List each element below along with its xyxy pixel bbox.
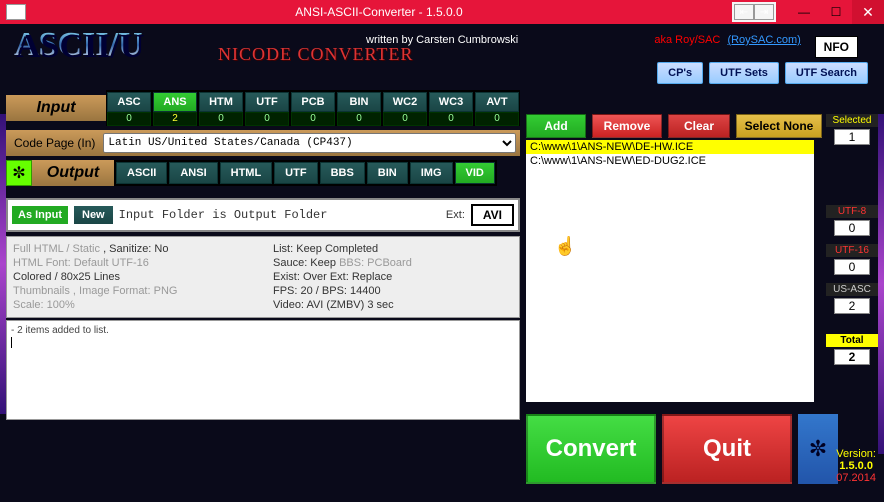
output-settings-button[interactable]: ✼ (6, 160, 32, 186)
file-list[interactable]: C:\www\1\ANS-NEW\DE-HW.ICEC:\www\1\ANS-N… (526, 140, 814, 402)
folder-status-text: Input Folder is Output Folder (119, 208, 440, 222)
log-area[interactable]: - 2 items added to list. (6, 320, 520, 420)
minimize-button[interactable]: — (788, 0, 820, 24)
input-label: Input (6, 95, 106, 121)
log-text: - 2 items added to list. (11, 325, 109, 336)
credits-aka: aka Roy/SAC (654, 34, 720, 46)
codepage-label: Code Page (In) (6, 136, 103, 150)
output-tab-utf[interactable]: UTF (274, 162, 317, 184)
file-item[interactable]: C:\www\1\ANS-NEW\DE-HW.ICE (526, 140, 814, 154)
input-tab-count-utf: 0 (245, 112, 289, 126)
input-tab-avt[interactable]: AVT (475, 92, 519, 112)
output-tab-vid[interactable]: VID (455, 162, 495, 184)
clear-button[interactable]: Clear (668, 114, 730, 138)
input-tab-count-htm: 0 (199, 112, 243, 126)
remove-button[interactable]: Remove (592, 114, 662, 138)
version-info: Version: 1.5.0.0 07.2014 (836, 448, 876, 484)
usasc-count: 2 (834, 298, 870, 314)
input-tab-asc[interactable]: ASC (107, 92, 151, 112)
title-bar: ANSI-ASCII-Converter - 1.5.0.0 ⇤ ⇥ — ☐ ✕ (0, 0, 884, 24)
input-tab-count-wc2: 0 (383, 112, 427, 126)
total-label: Total (826, 334, 878, 347)
codepage-row: Code Page (In) Latin US/United States/Ca… (6, 130, 520, 156)
output-tab-html[interactable]: HTML (220, 162, 273, 184)
output-label: Output (32, 160, 114, 186)
folder-status-bar: As Input New Input Folder is Output Fold… (6, 198, 520, 232)
as-input-button[interactable]: As Input (12, 206, 68, 224)
input-tab-count-ans: 2 (153, 112, 197, 126)
new-button[interactable]: New (74, 206, 113, 224)
cps-button[interactable]: CP's (657, 62, 703, 84)
input-tab-pcb[interactable]: PCB (291, 92, 335, 112)
usasc-label: US-ASC (826, 283, 878, 296)
output-tab-ansi[interactable]: ANSI (169, 162, 217, 184)
logo-sub: NICODE CONVERTER (218, 44, 413, 65)
logo-main: ASCII/U (14, 26, 142, 64)
input-tab-count-wc3: 0 (429, 112, 473, 126)
flip-buttons[interactable]: ⇤ ⇥ (732, 2, 776, 22)
settings-button[interactable]: ✼ (798, 414, 838, 484)
flip-left-icon[interactable]: ⇤ (734, 4, 754, 20)
input-tab-count-pcb: 0 (291, 112, 335, 126)
utf16-count: 0 (834, 259, 870, 275)
flip-right-icon[interactable]: ⇥ (754, 4, 774, 20)
output-tabs: ASCIIANSIHTMLUTFBBSBINIMGVID (114, 160, 497, 186)
utf16-label: UTF-16 (826, 244, 878, 257)
ext-value[interactable]: AVI (471, 204, 514, 226)
input-tab-count-avt: 0 (475, 112, 519, 126)
total-count: 2 (834, 349, 870, 365)
close-button[interactable]: ✕ (852, 0, 884, 24)
ext-label: Ext: (446, 209, 465, 221)
utf8-label: UTF-8 (826, 205, 878, 218)
input-tab-utf[interactable]: UTF (245, 92, 289, 112)
credits-link[interactable]: (RoySAC.com) (727, 34, 800, 46)
maximize-button[interactable]: ☐ (820, 0, 852, 24)
app-icon (6, 4, 26, 20)
utfsearch-button[interactable]: UTF Search (785, 62, 868, 84)
input-tab-ans[interactable]: ANS (153, 92, 197, 112)
input-tabs: ASC0ANS2HTM0UTF0PCB0BIN0WC20WC30AVT0 (106, 90, 520, 126)
window-title: ANSI-ASCII-Converter - 1.5.0.0 (26, 5, 732, 19)
add-button[interactable]: Add (526, 114, 586, 138)
selected-label: Selected (826, 114, 878, 127)
input-tab-bin[interactable]: BIN (337, 92, 381, 112)
input-tab-wc3[interactable]: WC3 (429, 92, 473, 112)
utfsets-button[interactable]: UTF Sets (709, 62, 779, 84)
quit-button[interactable]: Quit (662, 414, 792, 484)
select-none-button[interactable]: Select None (736, 114, 822, 138)
input-tab-count-bin: 0 (337, 112, 381, 126)
input-tab-htm[interactable]: HTM (199, 92, 243, 112)
codepage-select[interactable]: Latin US/United States/Canada (CP437) (103, 133, 516, 153)
credits: written by Carsten Cumbrowski aka Roy/SA… (366, 34, 801, 46)
nfo-button[interactable]: NFO (815, 36, 858, 58)
utf8-count: 0 (834, 220, 870, 236)
input-tab-count-asc: 0 (107, 112, 151, 126)
selected-count: 1 (834, 129, 870, 145)
decoration-right (878, 114, 884, 454)
file-item[interactable]: C:\www\1\ANS-NEW\ED-DUG2.ICE (526, 154, 814, 168)
details-panel: Full HTML / Static , Sanitize: NoHTML Fo… (6, 236, 520, 318)
input-tab-wc2[interactable]: WC2 (383, 92, 427, 112)
convert-button[interactable]: Convert (526, 414, 656, 484)
credits-written: written by Carsten Cumbrowski (366, 34, 518, 46)
output-tab-img[interactable]: IMG (410, 162, 453, 184)
output-tab-bin[interactable]: BIN (367, 162, 408, 184)
output-tab-ascii[interactable]: ASCII (116, 162, 167, 184)
header-banner: ASCII/U NICODE CONVERTER written by Cars… (6, 30, 878, 86)
output-tab-bbs[interactable]: BBS (320, 162, 365, 184)
